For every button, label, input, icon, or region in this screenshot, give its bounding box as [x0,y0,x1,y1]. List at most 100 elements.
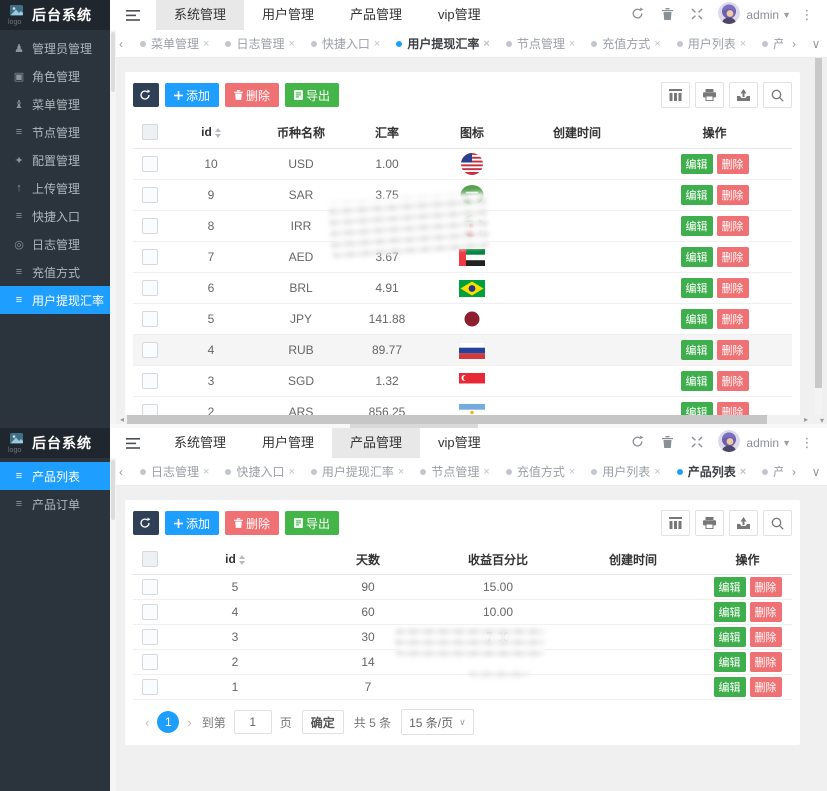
tab-close-icon[interactable]: × [569,466,575,478]
sidebar-item[interactable]: ♟管理员管理 [0,34,110,62]
refresh-icon[interactable] [622,7,652,23]
row-checkbox[interactable] [142,629,158,645]
export-button[interactable]: 导出 [285,511,339,535]
row-checkbox[interactable] [142,249,158,265]
column-header-id[interactable]: id [167,116,255,149]
add-button[interactable]: 添加 [165,511,219,535]
edit-button[interactable]: 编辑 [681,247,713,267]
logo[interactable]: logo 后台系统 [0,0,110,30]
tab-item[interactable]: 节点管理× [498,35,583,52]
fullscreen-icon[interactable] [682,8,712,23]
scroll-left-icon[interactable]: ◂ [117,415,127,424]
tab-item[interactable]: 用户列表× [583,463,668,480]
tab-item[interactable]: 日志管理× [217,35,302,52]
delete-button[interactable]: 删除 [717,278,749,298]
delete-button[interactable]: 删除 [717,185,749,205]
scrollbar-thumb[interactable] [127,415,767,424]
refresh-icon[interactable] [622,435,652,451]
sidebar-item[interactable]: ≡产品订单 [0,490,110,518]
fullscreen-icon[interactable] [682,436,712,451]
user-menu[interactable]: admin ▼ [718,2,791,29]
tab-close-icon[interactable]: × [569,38,575,50]
row-checkbox[interactable] [142,342,158,358]
nav-item-vip[interactable]: vip管理 [420,0,499,30]
tab-close-icon[interactable]: × [203,466,209,478]
edit-button[interactable]: 编辑 [714,652,746,672]
sidebar-toggle-icon[interactable] [110,428,156,458]
tab-scroll-right-icon[interactable]: › [783,465,805,479]
tab-close-icon[interactable]: × [654,38,660,50]
tab-item[interactable]: 用户提现汇率× [303,463,412,480]
refresh-button[interactable] [133,83,159,107]
tab-close-icon[interactable]: × [203,38,209,50]
nav-item-user[interactable]: 用户管理 [244,428,332,458]
delete-button[interactable]: 删除 [750,577,782,597]
sort-icon[interactable] [239,555,245,565]
row-checkbox[interactable] [142,187,158,203]
sidebar-item[interactable]: ≡节点管理 [0,118,110,146]
page-prev-icon[interactable]: ‹ [139,715,155,730]
tab-dropdown-icon[interactable]: ∨ [805,37,827,51]
tab-item[interactable]: 快捷入口× [303,35,388,52]
tab-close-icon[interactable]: × [740,38,746,50]
page-next-icon[interactable]: › [181,715,197,730]
edit-button[interactable]: 编辑 [714,577,746,597]
delete-button[interactable]: 删除 [225,83,279,107]
sidebar-item[interactable]: ↑上传管理 [0,174,110,202]
tab-item[interactable]: 节点管理× [412,463,497,480]
delete-button[interactable]: 删除 [717,309,749,329]
sidebar-item-active[interactable]: ≡用户提现汇率 [0,286,110,314]
tab-close-icon[interactable]: × [288,38,294,50]
sidebar-item[interactable]: ◎日志管理 [0,230,110,258]
sidebar-item[interactable]: ≡充值方式 [0,258,110,286]
page-size-select[interactable]: 15 条/页∨ [401,709,474,735]
trash-icon[interactable] [652,436,682,451]
scrollbar-thumb[interactable] [111,460,115,520]
tab-item-active[interactable]: 产品列表× [669,463,754,480]
tab-item[interactable]: 充值方式× [583,35,668,52]
delete-button[interactable]: 删除 [717,371,749,391]
select-all-checkbox[interactable] [142,124,158,140]
sidebar-item-active[interactable]: ≡产品列表 [0,462,110,490]
tab-item[interactable]: 菜单管理× [132,35,217,52]
tab-item[interactable]: 用户列表× [669,35,754,52]
tab-close-icon[interactable]: × [288,466,294,478]
sort-icon[interactable] [215,128,221,138]
print-button[interactable] [695,82,724,108]
sidebar-item[interactable]: ✦配置管理 [0,146,110,174]
delete-button[interactable]: 删除 [750,602,782,622]
nav-item-vip[interactable]: vip管理 [420,428,499,458]
sidebar-toggle-icon[interactable] [110,0,156,30]
goto-page-input[interactable] [234,710,272,734]
logo[interactable]: logo 后台系统 [0,428,110,458]
tab-close-icon[interactable]: × [483,466,489,478]
tab-dropdown-icon[interactable]: ∨ [805,465,827,479]
export-data-button[interactable] [729,510,758,536]
edit-button[interactable]: 编辑 [681,371,713,391]
tab-close-icon[interactable]: × [740,466,746,478]
scrollbar-thumb[interactable] [111,32,115,92]
confirm-button[interactable]: 确定 [302,710,344,734]
nav-item-system[interactable]: 系统管理 [156,0,244,30]
delete-button[interactable]: 删除 [717,340,749,360]
print-button[interactable] [695,510,724,536]
tab-item[interactable]: 产品列表× [754,35,783,52]
delete-button[interactable]: 删除 [750,652,782,672]
tab-item[interactable]: 充值方式× [498,463,583,480]
tab-close-icon[interactable]: × [654,466,660,478]
kebab-menu-icon[interactable]: ⋮ [797,7,817,23]
delete-button[interactable]: 删除 [717,247,749,267]
tab-close-icon[interactable]: × [398,466,404,478]
export-button[interactable]: 导出 [285,83,339,107]
edit-button[interactable]: 编辑 [714,677,746,697]
export-data-button[interactable] [729,82,758,108]
trash-icon[interactable] [652,8,682,23]
row-checkbox[interactable] [142,373,158,389]
tab-item-active[interactable]: 用户提现汇率× [388,35,497,52]
nav-item-user[interactable]: 用户管理 [244,0,332,30]
row-checkbox[interactable] [142,280,158,296]
tab-scroll-right-icon[interactable]: › [783,37,805,51]
edit-button[interactable]: 编辑 [681,185,713,205]
row-checkbox[interactable] [142,679,158,695]
user-menu[interactable]: admin ▼ [718,430,791,457]
